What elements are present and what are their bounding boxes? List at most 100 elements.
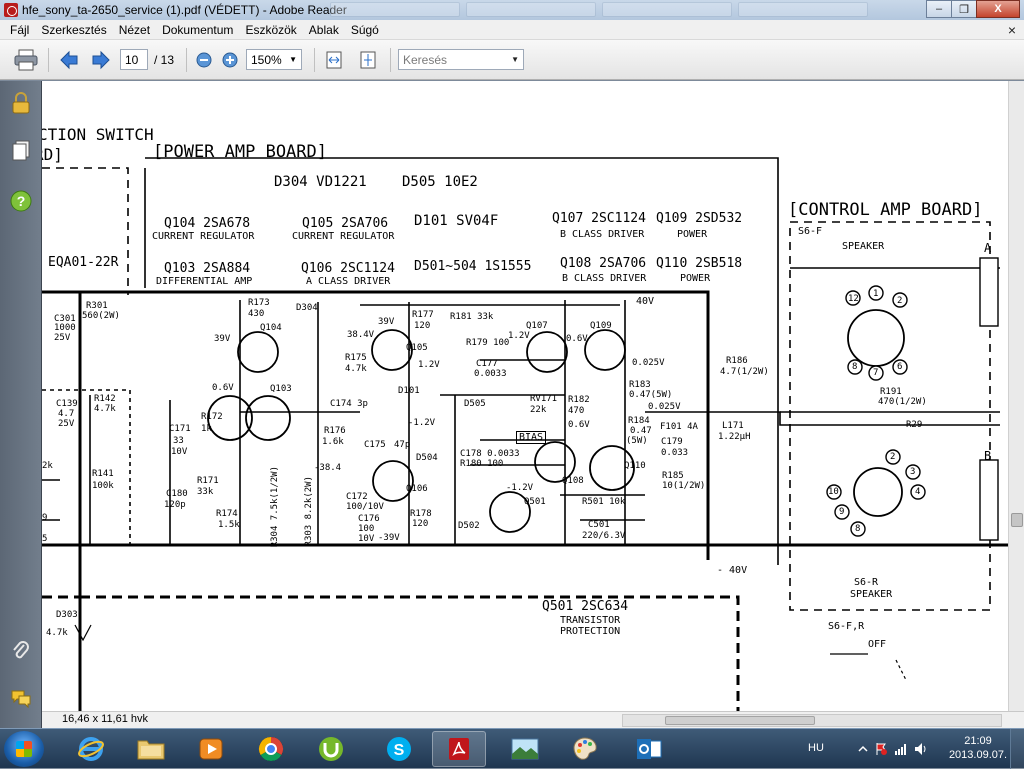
d304-tag: D304 [296, 303, 318, 313]
taskbar-chrome[interactable] [244, 731, 298, 767]
previous-page-button[interactable] [56, 48, 82, 72]
v-384-label: -38.4 [314, 463, 342, 473]
help-button[interactable]: ? [9, 189, 33, 213]
menu-help[interactable]: Súgó [345, 23, 385, 37]
show-hidden-icons-icon[interactable] [856, 742, 870, 756]
menu-view[interactable]: Nézet [113, 23, 156, 37]
q106-tag: Q106 [406, 484, 428, 494]
q107-tag: Q107 [526, 321, 548, 331]
print-button[interactable] [10, 48, 42, 72]
s6fr-label: S6-F,R [828, 621, 865, 632]
fit-page-button[interactable] [356, 48, 380, 72]
r179-label: R179 100 [466, 338, 510, 348]
navigation-panel: ? [0, 81, 42, 740]
horizontal-scroll-thumb[interactable] [665, 716, 815, 725]
c177-label: C177 [476, 359, 498, 369]
security-button[interactable] [9, 91, 33, 115]
svg-text:?: ? [17, 193, 26, 209]
document-view[interactable]: CTION SWITCH RD] [POWER AMP BOARD] [CONT… [42, 81, 1008, 711]
rv171-value: 22k [530, 405, 547, 415]
taskbar-skype[interactable]: S [372, 731, 426, 767]
arrow-left-icon [60, 50, 78, 70]
v0025-label: 0.025V [632, 358, 665, 368]
q104-label: Q104 2SA678 [164, 216, 251, 231]
zoom-in-button[interactable] [220, 48, 240, 72]
taskbar-media-player[interactable] [184, 731, 238, 767]
taskbar-photo-viewer[interactable] [498, 731, 552, 767]
show-desktop-button[interactable] [1010, 729, 1024, 769]
c501-label: C501 [588, 520, 610, 530]
maximize-button[interactable]: ❐ [951, 0, 977, 18]
horizontal-scrollbar[interactable] [622, 714, 1002, 727]
page-number-input[interactable]: 10 [120, 49, 148, 70]
r177-label: R177 [412, 310, 434, 320]
search-input[interactable]: Keresés ▼ [398, 49, 524, 70]
q103-role: DIFFERENTIAL AMP [156, 276, 253, 287]
fit-width-icon [326, 51, 342, 69]
eqa-label: EQA01-22R [48, 255, 119, 270]
attachments-button[interactable] [9, 639, 33, 663]
taskbar-outlook[interactable] [622, 731, 676, 767]
r184-value: 0.47 [630, 426, 652, 436]
v0025-out: 0.025V [648, 402, 681, 412]
r501-label: R501 10k [582, 497, 626, 507]
q108-tag: Q108 [562, 476, 584, 486]
window-title: hfe_sony_ta-2650_service (1).pdf (VÉDETT… [22, 3, 347, 17]
comments-button[interactable] [9, 687, 33, 711]
r173-value: 430 [248, 309, 265, 319]
c501-value: 220/6.3V [582, 531, 626, 541]
taskbar-utorrent[interactable] [304, 731, 358, 767]
s6f-label: S6-F [798, 226, 823, 237]
r177-value: 120 [414, 321, 431, 331]
search-placeholder: Keresés [403, 52, 448, 67]
title-bar: hfe_sony_ta-2650_service (1).pdf (VÉDETT… [0, 0, 1024, 20]
fit-width-button[interactable] [322, 48, 346, 72]
d304-label: D304 VD1221 [274, 174, 367, 190]
minimize-button[interactable]: – [926, 0, 952, 18]
menu-window[interactable]: Ablak [303, 23, 345, 37]
fit-page-icon [360, 51, 376, 69]
menu-file[interactable]: Fájl [4, 23, 35, 37]
c180-label: C180 [166, 489, 188, 499]
c172-label: C172 [346, 492, 368, 502]
chevron-down-icon: ▼ [289, 55, 297, 64]
r184-wattage: (5W) [626, 436, 648, 446]
r172-value: 1k [201, 424, 212, 434]
zoom-select[interactable]: 150% ▼ [246, 49, 302, 70]
pages-button[interactable] [9, 139, 33, 163]
network-icon[interactable] [894, 742, 908, 756]
menu-tools[interactable]: Eszközök [239, 23, 302, 37]
menu-edit[interactable]: Szerkesztés [35, 23, 112, 37]
d101-label: D101 SV04F [414, 213, 499, 229]
s6r-role: SPEAKER [850, 589, 893, 600]
action-center-icon[interactable] [874, 742, 888, 756]
r183-value: 0.47(5W) [629, 390, 673, 400]
r176-label: R176 [324, 426, 346, 436]
language-indicator[interactable]: HU [808, 742, 824, 754]
pin-4: 4 [915, 487, 921, 497]
vertical-scroll-thumb[interactable] [1011, 513, 1023, 527]
next-page-button[interactable] [88, 48, 114, 72]
volume-icon[interactable] [914, 742, 928, 756]
menu-document[interactable]: Dokumentum [156, 23, 239, 37]
document-close-button[interactable]: × [1004, 22, 1020, 38]
pin-10: 10 [828, 487, 839, 497]
q106-role: A CLASS DRIVER [306, 276, 391, 287]
v12-q107: 1.2V [508, 331, 530, 341]
zoom-out-button[interactable] [194, 48, 214, 72]
taskbar: S HU 21:09 2013.09.07. [0, 728, 1024, 769]
q103-label: Q103 2SA884 [164, 261, 251, 276]
q501-role-2: PROTECTION [560, 626, 621, 637]
close-button[interactable]: X [976, 0, 1020, 18]
r191-value: 470(1/2W) [878, 397, 927, 407]
r174-label: R174 [216, 509, 238, 519]
taskbar-file-explorer[interactable] [124, 731, 178, 767]
zoom-out-icon [196, 52, 212, 68]
start-button[interactable] [4, 731, 44, 767]
taskbar-internet-explorer[interactable] [64, 731, 118, 767]
taskbar-adobe-reader[interactable] [432, 731, 486, 767]
clock[interactable]: 21:09 2013.09.07. [938, 734, 1018, 762]
c176-value: 100 [358, 524, 375, 534]
vertical-scrollbar[interactable] [1008, 81, 1024, 711]
taskbar-paint[interactable] [558, 731, 612, 767]
